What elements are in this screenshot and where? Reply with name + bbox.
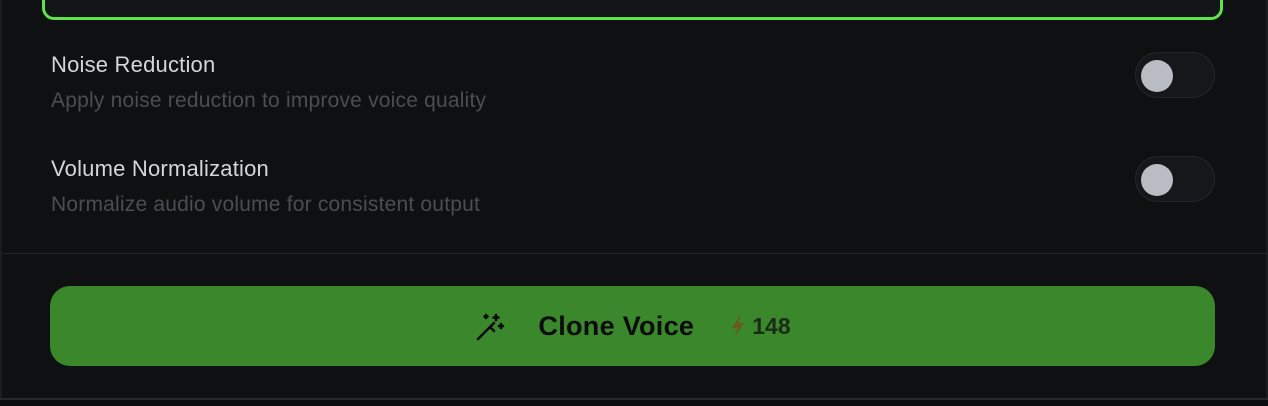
voice-clone-panel: Noise Reduction Apply noise reduction to… [0,0,1268,406]
lightning-bolt-icon [732,315,745,337]
clone-voice-label: Clone Voice [538,310,695,341]
volume-normalization-toggle[interactable] [1135,156,1215,202]
setting-volume-normalization: Volume Normalization Normalize audio vol… [50,156,1215,216]
setting-title: Noise Reduction [51,52,216,77]
noise-reduction-toggle[interactable] [1135,52,1215,98]
clone-voice-button[interactable]: Clone Voice 148 [50,286,1215,366]
focused-input-field[interactable] [42,0,1223,20]
below-panel-area [0,400,1268,406]
panel-left-border [0,0,2,398]
toggle-knob [1141,164,1173,196]
credit-cost: 148 [730,312,791,340]
setting-noise-reduction: Noise Reduction Apply noise reduction to… [50,52,1215,112]
setting-description: Apply noise reduction to improve voice q… [51,89,487,112]
toggle-knob [1141,60,1173,92]
magic-wand-icon [477,313,505,341]
setting-title: Volume Normalization [51,156,269,181]
setting-description: Normalize audio volume for consistent ou… [51,193,481,216]
section-divider [2,253,1266,254]
credit-count: 148 [752,312,791,339]
